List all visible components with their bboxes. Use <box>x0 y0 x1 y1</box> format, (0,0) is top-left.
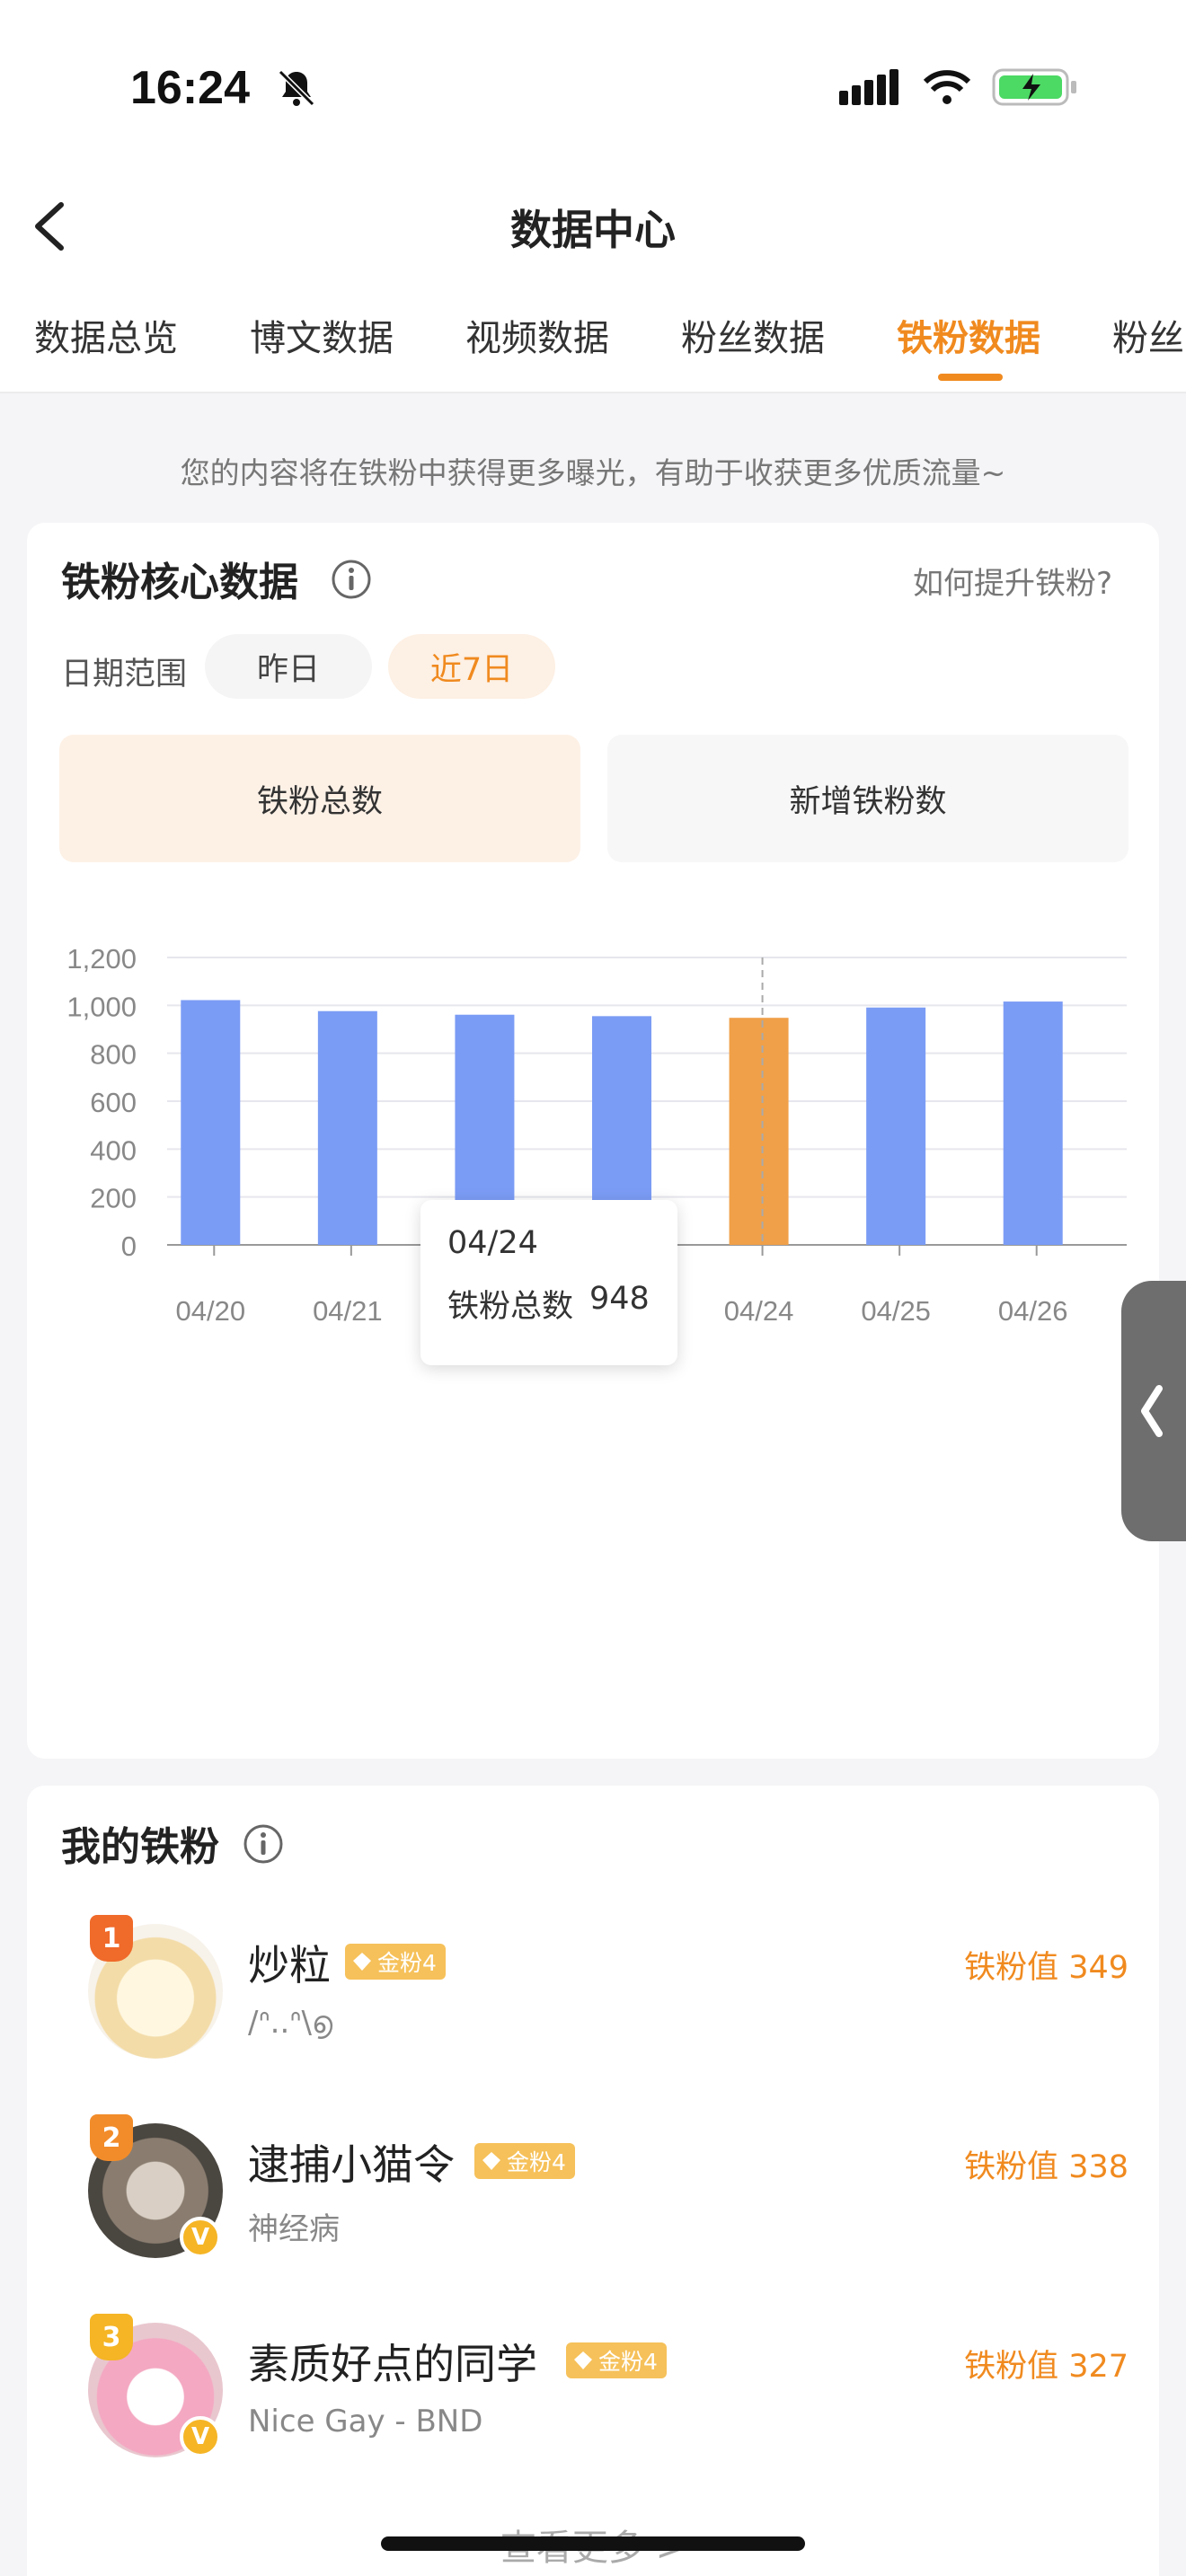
tab-iron-fans-data[interactable]: 铁粉数据 <box>897 309 1040 361</box>
status-bar: 16:24 <box>0 0 1186 171</box>
battery-icon <box>992 68 1076 106</box>
y-tick-label: 800 <box>90 1039 137 1071</box>
y-tick-label: 200 <box>90 1183 137 1214</box>
nav-bar: 数据中心 <box>0 171 1186 278</box>
y-tick-label: 600 <box>90 1087 137 1118</box>
y-tick-label: 1,200 <box>66 943 137 975</box>
range-yesterday-button[interactable]: 昨日 <box>205 634 372 699</box>
verified-icon: V <box>180 2416 221 2457</box>
chart-bar <box>1003 1001 1063 1245</box>
chevron-left-icon <box>1141 1385 1163 1437</box>
diamond-icon <box>574 2351 592 2369</box>
fan-name[interactable]: 炒粒 <box>248 1933 331 1992</box>
rank-badge: 2 <box>90 2114 133 2161</box>
fan-desc: /ᐢ..ᐢ\൭ <box>248 2005 333 2041</box>
fan-level-badge: 金粉4 <box>566 2342 667 2378</box>
tab-bar: 数据总览 博文数据 视频数据 粉丝数据 铁粉数据 粉丝 <box>0 278 1186 393</box>
chart-bar <box>729 1018 789 1245</box>
fan-desc: 神经病 <box>248 2211 340 2247</box>
x-tick-label: 04/25 <box>861 1295 931 1327</box>
notice-text: 您的内容将在铁粉中获得更多曝光，有助于收获更多优质流量~ <box>180 455 1006 490</box>
fan-level-label: 金粉4 <box>598 2349 658 2375</box>
fan-list-item[interactable]: 2 V 逮捕小猫令 金粉4 神经病 铁粉值 338 <box>59 2114 1128 2267</box>
tab-active-indicator <box>938 374 1003 381</box>
wifi-icon <box>923 70 971 104</box>
tab-post-data[interactable]: 博文数据 <box>250 309 394 361</box>
signal-icon <box>839 69 898 105</box>
my-iron-fans-card: 我的铁粉 1 炒粒 金粉4 /ᐢ..ᐢ\൭ 铁粉值 349 2 V 逮捕小猫令 … <box>27 1786 1159 2576</box>
fan-level-badge: 金粉4 <box>474 2143 575 2179</box>
how-to-improve-link[interactable]: 如何提升铁粉? <box>913 559 1112 603</box>
fan-list-item[interactable]: 1 炒粒 金粉4 /ᐢ..ᐢ\൭ 铁粉值 349 <box>59 1915 1128 2068</box>
fan-level-label: 金粉4 <box>377 1950 437 1976</box>
home-indicator[interactable] <box>381 2536 805 2551</box>
fan-level-badge: 金粉4 <box>345 1944 446 1980</box>
rank-badge: 3 <box>90 2314 133 2360</box>
tab-fans-more[interactable]: 粉丝 <box>1112 309 1184 361</box>
date-range-label: 日期范围 <box>61 657 188 693</box>
metric-total-button[interactable]: 铁粉总数 <box>59 735 580 862</box>
fan-level-label: 金粉4 <box>507 2149 566 2175</box>
verified-icon: V <box>180 2217 221 2258</box>
core-title: 铁粉核心数据 <box>61 560 298 605</box>
chart-bar <box>317 1010 377 1245</box>
fan-list-item[interactable]: 3 V 素质好点的同学 金粉4 Nice Gay - BND 铁粉值 327 <box>59 2314 1128 2466</box>
info-icon[interactable] <box>331 559 372 600</box>
x-tick-label: 04/26 <box>998 1295 1068 1327</box>
fan-score: 铁粉值 349 <box>964 1950 1128 1986</box>
x-tick-label: 04/21 <box>313 1295 383 1327</box>
chart-tooltip: 04/24 铁粉总数 948 <box>420 1200 677 1365</box>
info-icon[interactable] <box>243 1823 284 1865</box>
diamond-icon <box>353 1953 371 1971</box>
metric-new-button[interactable]: 新增铁粉数 <box>607 735 1128 862</box>
tab-overview[interactable]: 数据总览 <box>34 309 178 361</box>
status-icons <box>839 66 1078 108</box>
range-7days-button[interactable]: 近7日 <box>388 634 555 699</box>
y-tick-label: 1,000 <box>66 991 137 1022</box>
chart-bar <box>866 1007 926 1245</box>
tooltip-date: 04/24 <box>447 1225 538 1261</box>
fan-name[interactable]: 逮捕小猫令 <box>248 2132 455 2192</box>
y-tick-label: 0 <box>121 1231 137 1262</box>
x-tick-label: 04/20 <box>175 1295 245 1327</box>
x-tick-label: 04/24 <box>724 1295 794 1327</box>
rank-badge: 1 <box>90 1915 133 1962</box>
tab-video-data[interactable]: 视频数据 <box>465 309 609 361</box>
fan-name[interactable]: 素质好点的同学 <box>248 2332 537 2391</box>
bell-off-icon <box>278 69 315 107</box>
side-drawer-handle[interactable] <box>1121 1281 1186 1541</box>
my-fans-title: 我的铁粉 <box>61 1824 219 1870</box>
y-tick-label: 400 <box>90 1134 137 1166</box>
tab-fans-data[interactable]: 粉丝数据 <box>681 309 825 361</box>
chart-bar <box>181 1000 241 1245</box>
fan-score: 铁粉值 338 <box>964 2149 1128 2185</box>
status-time: 16:24 <box>130 62 250 114</box>
tooltip-value: 948 <box>589 1281 650 1317</box>
fan-score: 铁粉值 327 <box>964 2349 1128 2385</box>
fan-desc: Nice Gay - BND <box>248 2404 483 2439</box>
page-title: 数据中心 <box>510 206 676 254</box>
tooltip-label: 铁粉总数 <box>447 1289 574 1325</box>
iron-fans-core-card: 铁粉核心数据 如何提升铁粉? 日期范围 昨日 近7日 铁粉总数 新增铁粉数 0 2… <box>27 523 1159 1759</box>
diamond-icon <box>482 2152 500 2170</box>
